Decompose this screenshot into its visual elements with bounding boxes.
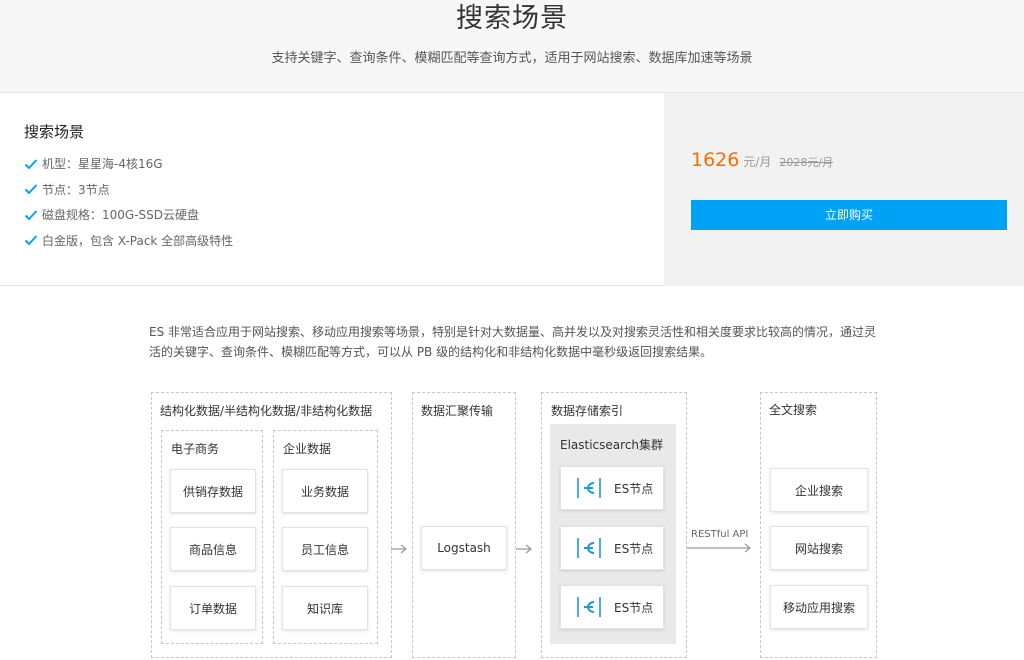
elasticsearch-icon xyxy=(577,538,601,558)
check-icon xyxy=(24,184,38,195)
ecommerce-title: 电子商务 xyxy=(171,442,220,456)
enterprise-node: 业务数据 xyxy=(282,469,368,513)
feature-text: 白金版，包含 X-Pack 全部高级特性 xyxy=(42,233,234,248)
scenario-description: ES 非常适合应用于网站搜索、移动应用搜索等场景，特别是针对大数据量、高并发以及… xyxy=(149,325,877,359)
plan-spec-panel: 搜索场景 机型：星星海-4核16G 节点：3节点 磁盘规格：100G-SSD云硬… xyxy=(0,93,664,286)
feature-item: 白金版，包含 X-Pack 全部高级特性 xyxy=(24,228,233,254)
feature-item: 机型：星星海-4核16G xyxy=(24,151,233,177)
restful-api-label: RESTful API xyxy=(691,529,749,540)
price-row: 1626 元/月 2028元/月 xyxy=(691,149,833,171)
buy-now-button[interactable]: 立即购买 xyxy=(691,200,1007,230)
hero-section: 搜索场景 支持关键字、查询条件、模糊匹配等查询方式，适用于网站搜索、数据库加速等… xyxy=(0,0,1024,93)
feature-text: 磁盘规格：100G-SSD云硬盘 xyxy=(42,208,200,223)
feature-item: 节点：3节点 xyxy=(24,177,233,203)
storage-title: 数据存储索引 xyxy=(551,404,624,418)
es-node: ES节点 xyxy=(560,466,664,510)
search-node: 网站搜索 xyxy=(770,526,868,570)
price-unit: 元/月 xyxy=(743,155,772,169)
es-node: ES节点 xyxy=(560,526,664,570)
current-price: 1626 xyxy=(691,149,740,171)
enterprise-node: 员工信息 xyxy=(282,527,368,571)
logstash-node: Logstash xyxy=(421,526,507,570)
es-node-label: ES节点 xyxy=(614,481,654,496)
ecommerce-node: 订单数据 xyxy=(170,586,256,630)
es-node-label: ES节点 xyxy=(614,600,654,615)
plan-name: 搜索场景 xyxy=(24,123,85,141)
es-node-label: ES节点 xyxy=(614,541,654,556)
arrow-right-icon xyxy=(687,543,751,553)
enterprise-node: 知识库 xyxy=(282,586,368,630)
arrow-right-icon xyxy=(391,544,407,554)
source-data-title: 结构化数据/半结构化数据/非结构化数据 xyxy=(160,404,373,418)
page-subtitle: 支持关键字、查询条件、模糊匹配等查询方式，适用于网站搜索、数据库加速等场景 xyxy=(271,51,753,66)
es-node: ES节点 xyxy=(560,585,664,629)
ecommerce-node: 供销存数据 xyxy=(170,469,256,513)
elasticsearch-icon xyxy=(577,478,601,498)
feature-text: 节点：3节点 xyxy=(42,182,110,197)
search-node: 企业搜索 xyxy=(770,468,868,512)
arrow-right-icon xyxy=(516,544,532,554)
transport-box xyxy=(412,392,516,658)
check-icon xyxy=(24,159,38,170)
elasticsearch-icon xyxy=(577,597,601,617)
ecommerce-node: 商品信息 xyxy=(170,527,256,571)
feature-item: 磁盘规格：100G-SSD云硬盘 xyxy=(24,202,233,228)
plan-price-panel: 1626 元/月 2028元/月 立即购买 xyxy=(664,93,1024,286)
feature-list: 机型：星星海-4核16G 节点：3节点 磁盘规格：100G-SSD云硬盘 白金版… xyxy=(24,151,233,253)
search-title: 全文搜索 xyxy=(769,403,818,417)
enterprise-title: 企业数据 xyxy=(283,442,332,456)
page-title: 搜索场景 xyxy=(456,3,568,34)
search-node: 移动应用搜索 xyxy=(770,585,868,629)
transport-title: 数据汇聚传输 xyxy=(421,404,494,418)
check-icon xyxy=(24,235,38,246)
cluster-title: Elasticsearch集群 xyxy=(560,438,664,452)
feature-text: 机型：星星海-4核16G xyxy=(42,157,163,172)
plan-card: 搜索场景 机型：星星海-4核16G 节点：3节点 磁盘规格：100G-SSD云硬… xyxy=(0,93,1024,286)
original-price: 2028元/月 xyxy=(779,156,834,169)
check-icon xyxy=(24,210,38,221)
